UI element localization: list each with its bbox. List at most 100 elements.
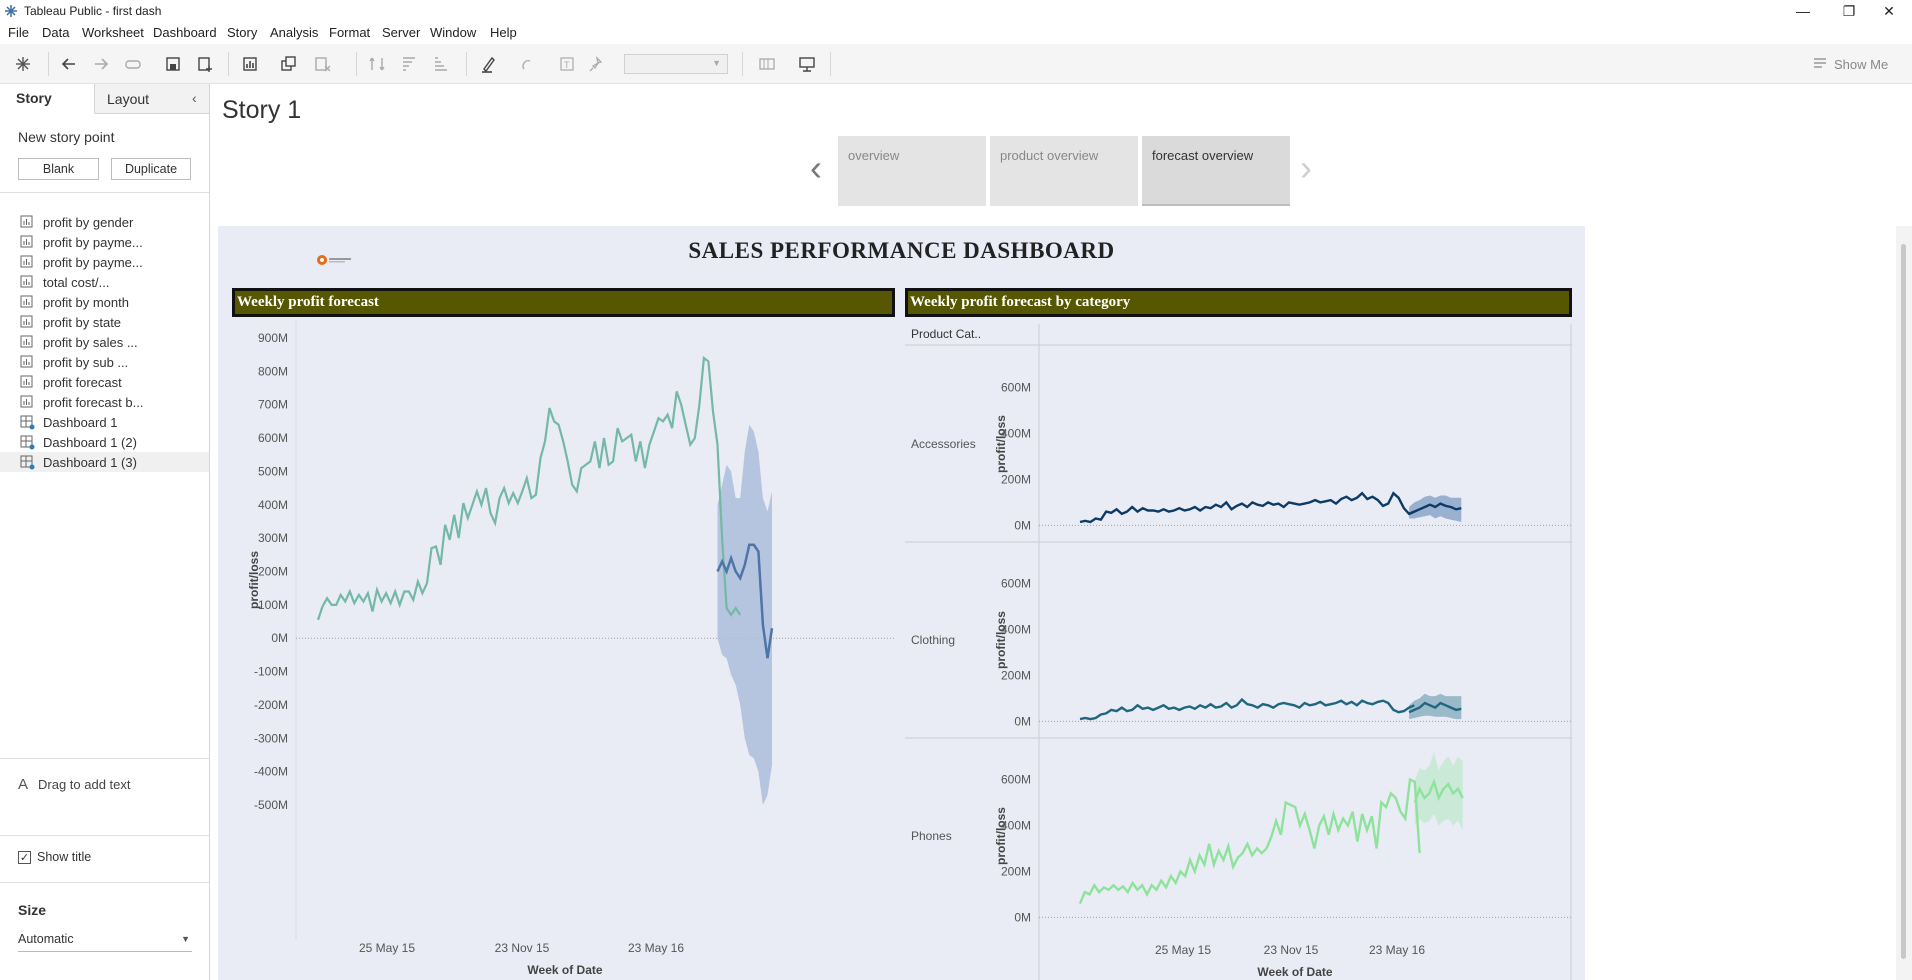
sort-descending-icon[interactable] [430, 53, 452, 75]
y-axis-title: profit/loss [247, 551, 261, 609]
worksheet-icon [20, 275, 33, 288]
dashboard-title: SALES PERFORMANCE DASHBOARD [688, 238, 1115, 263]
vertical-scrollbar[interactable] [1896, 226, 1912, 980]
actual-profit-line [316, 355, 742, 621]
weekly-profit-forecast-chart[interactable]: 900M 800M 700M 600M 500M 400M 300M 200M 100M 0M -1… [232, 320, 895, 980]
menu-analysis[interactable]: Analysis [270, 25, 318, 40]
worksheet-icon [20, 315, 33, 328]
y-axis-title: profit/loss [994, 611, 1008, 669]
story-sheet-item[interactable]: profit by sales ... [0, 332, 209, 352]
story-point-label: overview [848, 148, 900, 163]
presentation-mode-icon[interactable] [796, 53, 818, 75]
story-point-forecast-overview[interactable]: forecast overview [1142, 136, 1290, 206]
fix-axes-icon[interactable] [586, 53, 608, 75]
menu-data[interactable]: Data [42, 25, 69, 40]
story-sheet-label: profit by state [43, 315, 122, 330]
group-members-icon[interactable] [516, 53, 538, 75]
tab-layout-label: Layout [107, 90, 150, 107]
weekly-profit-forecast-by-category-chart[interactable]: Product Cat.. Accessories profit/loss 600M 4… [905, 320, 1572, 980]
duplicate-sheet-icon[interactable] [278, 53, 300, 75]
fit-dropdown[interactable]: ▼ [624, 54, 728, 74]
story-next-arrow[interactable]: › [1300, 150, 1312, 186]
x-tick-label: 23 May 16 [1369, 943, 1425, 957]
sort-ascending-icon[interactable] [398, 53, 420, 75]
dashboard-icon [20, 415, 35, 430]
drag-text-item[interactable]: A Drag to add text [18, 776, 131, 793]
y-tick-label: 200M [1001, 864, 1031, 878]
scrollbar-thumb[interactable] [1901, 244, 1906, 959]
menu-dashboard[interactable]: Dashboard [153, 25, 217, 40]
story-sheet-item[interactable]: total cost/... [0, 272, 209, 292]
new-worksheet-icon[interactable] [240, 53, 262, 75]
story-sheet-label: Dashboard 1 (2) [43, 435, 137, 450]
story-sheet-item[interactable]: Dashboard 1 [0, 412, 209, 432]
replay-icon[interactable] [122, 53, 144, 75]
minimize-button[interactable]: — [1780, 0, 1826, 22]
story-point-product-overview[interactable]: product overview [990, 136, 1138, 206]
category-label: Accessories [911, 437, 976, 451]
menu-help[interactable]: Help [490, 25, 517, 40]
x-tick-label: 23 Nov 15 [495, 941, 550, 955]
actual-profit-line [1079, 491, 1415, 524]
story-sidebar: Story Layout ‹ New story point Blank Dup… [0, 84, 210, 980]
show-me-button[interactable]: Show Me [1812, 54, 1888, 74]
duplicate-button[interactable]: Duplicate [111, 158, 191, 180]
story-sheet-item[interactable]: profit forecast b... [0, 392, 209, 412]
tableau-logo-icon[interactable] [12, 53, 34, 75]
right-chart-title: Weekly profit forecast by category [905, 288, 1572, 317]
svg-text:T: T [564, 60, 570, 70]
x-tick-label: 23 Nov 15 [1264, 943, 1319, 957]
story-sheet-item[interactable]: profit forecast [0, 372, 209, 392]
y-tick-label: 0M [1014, 714, 1031, 728]
y-tick-label: -400M [254, 765, 288, 779]
story-sheet-label: profit forecast [43, 375, 122, 390]
worksheet-icon [20, 215, 33, 228]
blank-button[interactable]: Blank [18, 158, 99, 180]
show-title-checkbox[interactable]: ✓ Show title [18, 850, 91, 864]
y-tick-label: 400M [1001, 427, 1031, 441]
story-prev-arrow[interactable]: ‹ [810, 150, 822, 186]
menu-worksheet[interactable]: Worksheet [82, 25, 144, 40]
menu-format[interactable]: Format [329, 25, 370, 40]
collapse-sidebar-icon[interactable]: ‹ [192, 90, 197, 106]
story-sheet-item[interactable]: profit by state [0, 312, 209, 332]
y-tick-label: 600M [258, 431, 288, 445]
redo-icon[interactable] [90, 53, 112, 75]
highlight-icon[interactable] [478, 53, 500, 75]
actual-profit-line [1078, 777, 1421, 905]
story-sheet-item[interactable]: profit by month [0, 292, 209, 312]
show-mark-labels-icon[interactable]: T [556, 53, 578, 75]
y-tick-label: 400M [258, 498, 288, 512]
worksheet-icon [20, 235, 33, 248]
dashboard-icon [20, 455, 35, 470]
y-tick-label: 900M [258, 331, 288, 345]
y-tick-label: 0M [1014, 518, 1031, 532]
worksheet-icon [20, 335, 33, 348]
show-cards-icon[interactable] [756, 53, 778, 75]
swap-rows-columns-icon[interactable] [366, 53, 388, 75]
story-sheet-item[interactable]: profit by payme... [0, 252, 209, 272]
story-sheet-item[interactable]: Dashboard 1 (2) [0, 432, 209, 452]
story-sheet-item[interactable]: profit by payme... [0, 232, 209, 252]
save-icon[interactable] [162, 53, 184, 75]
menu-server[interactable]: Server [382, 25, 420, 40]
clear-sheet-icon[interactable] [312, 53, 334, 75]
menu-file[interactable]: File [8, 25, 29, 40]
close-button[interactable]: ✕ [1866, 0, 1912, 22]
story-sheet-item[interactable]: profit by sub ... [0, 352, 209, 372]
story-sheet-item[interactable]: profit by gender [0, 212, 209, 232]
menu-window[interactable]: Window [430, 25, 476, 40]
text-object-icon: A [18, 776, 29, 793]
story-sheet-item[interactable]: Dashboard 1 (3) [0, 452, 209, 472]
story-point-overview[interactable]: overview [838, 136, 986, 206]
checkbox-checked-icon: ✓ [18, 850, 31, 864]
size-dropdown[interactable]: Automatic ▼ [18, 932, 192, 952]
y-tick-label: 200M [258, 565, 288, 579]
chevron-down-icon: ▼ [712, 58, 721, 68]
tab-story[interactable]: Story [0, 84, 94, 114]
undo-icon[interactable] [58, 53, 80, 75]
menu-story[interactable]: Story [227, 25, 257, 40]
new-data-source-icon[interactable] [194, 53, 216, 75]
worksheet-icon [20, 255, 33, 268]
y-tick-label: 400M [1001, 623, 1031, 637]
